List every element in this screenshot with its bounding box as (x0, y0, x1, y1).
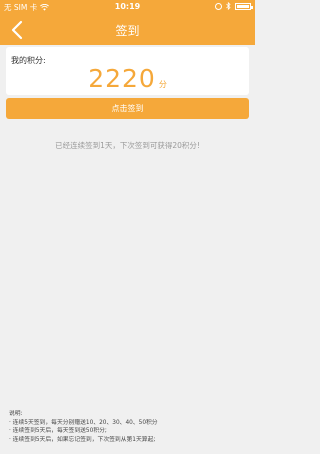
notes-title: 说明: (9, 411, 23, 417)
bluetooth-icon (226, 2, 231, 10)
status-right (215, 2, 253, 10)
notes-item: · 连续签到5天后，如果忘记签到，下次签到从第1天算起; (9, 436, 156, 443)
signin-button[interactable]: 点击签到 (6, 98, 249, 119)
notes-item: · 连续5天签到，每天分别赠送10、20、30、40、50积分 (9, 419, 158, 426)
points-value: 2220 (88, 64, 156, 93)
points-unit: 分 (158, 80, 167, 89)
signin-status-message: 已经连续签到1天，下次签到可获得20积分! (55, 141, 200, 150)
notes-item: · 连续签到5天后，每天签到送50积分; (9, 428, 107, 434)
orientation-lock-icon (215, 2, 222, 10)
status-bar: 无 SIM 卡 10:19 (0, 0, 255, 14)
notes-section: 说明: · 连续5天签到，每天分别赠送10、20、30、40、50积分 · 连续… (9, 410, 249, 444)
page-title: 签到 (115, 24, 140, 38)
points-display: 2220 分 (6, 64, 249, 93)
nav-bar: 签到 (0, 14, 255, 45)
points-card: 我的积分: 2220 分 (6, 47, 249, 95)
battery-icon (235, 2, 253, 10)
